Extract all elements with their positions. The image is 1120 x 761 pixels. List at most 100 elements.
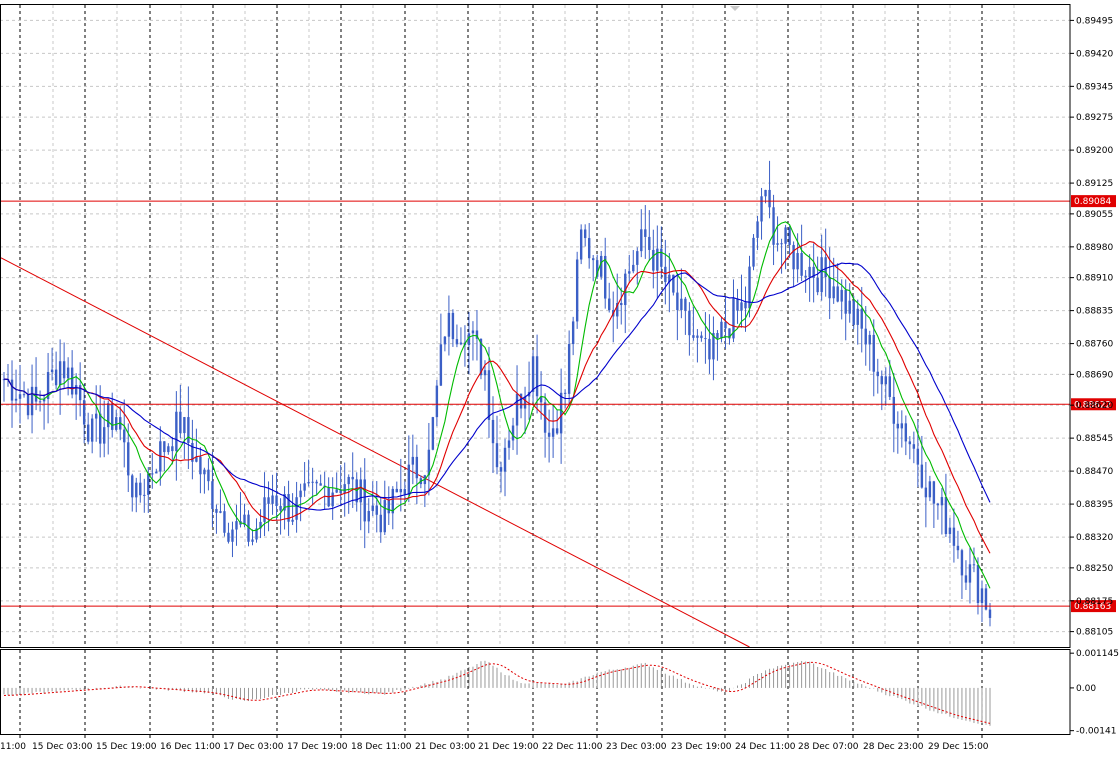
candle-body (908, 441, 912, 445)
candle-body (972, 564, 976, 566)
candle-body (780, 243, 783, 245)
x-tick-label: 21 Dec 03:00 (415, 742, 476, 752)
candle-body (768, 189, 771, 208)
candle-body (852, 300, 855, 325)
trendline[interactable] (0, 257, 750, 648)
shift-marker-icon[interactable] (730, 6, 740, 11)
candle-body (676, 292, 679, 311)
candle-body (652, 249, 655, 271)
y-tick-label: 0.89200 (1076, 146, 1113, 156)
horizontal-levels[interactable]: 0.890840.886220.88163 (0, 195, 1116, 613)
candle-body (856, 308, 859, 325)
x-tick-label: 21 Dec 19:00 (478, 742, 539, 752)
y-tick-label: 0.88690 (1076, 370, 1113, 380)
candle-body (58, 361, 62, 386)
candle-body (756, 221, 759, 238)
candle-body (147, 473, 150, 495)
candle-body (299, 490, 302, 498)
candle-body (680, 298, 683, 311)
candle-body (844, 289, 847, 314)
candle-body (944, 497, 948, 535)
candle-body (295, 497, 298, 520)
candle-body (884, 376, 887, 385)
candle-body (563, 392, 567, 394)
y-tick-label: 0.89125 (1076, 179, 1113, 189)
candle-body (976, 564, 980, 603)
candle-body (511, 425, 515, 441)
candle-body (696, 335, 699, 338)
candle-body (435, 385, 439, 418)
candle-body (30, 386, 34, 416)
candle-body (279, 505, 282, 511)
candle-body (14, 398, 18, 401)
candle-body (371, 505, 374, 511)
candle-body (407, 464, 411, 495)
candle-body (199, 456, 202, 475)
candle-body (640, 229, 643, 252)
candle-body (90, 418, 94, 442)
candle-body (227, 532, 230, 542)
candle-body (872, 334, 875, 372)
candle-body (604, 255, 607, 299)
candle-body (808, 266, 811, 278)
candle-body (940, 497, 944, 506)
chart-canvas[interactable]: 0.890840.886220.88163 0.894950.894200.89… (0, 0, 1120, 757)
chart-frame (0, 4, 1071, 735)
candle-body (179, 411, 182, 434)
candle-body (840, 289, 843, 302)
y-tick-label: 0.88175 (1076, 597, 1113, 607)
candle-body (648, 236, 651, 250)
candle-body (736, 298, 739, 311)
candle-body (744, 302, 747, 309)
candle-body (587, 238, 591, 259)
y-tick-label: 0.88545 (1076, 434, 1113, 444)
candle-body (567, 344, 571, 394)
osc-y-tick-label: 0.001145 (1076, 649, 1119, 659)
candle-body (70, 367, 74, 395)
candle-body (499, 467, 503, 472)
candle-body (692, 335, 695, 338)
candle-body (26, 395, 30, 416)
candle-body (523, 396, 527, 409)
candle-body (896, 423, 900, 429)
candle-body (608, 298, 611, 311)
x-tick-label: 23 Dec 03:00 (606, 742, 667, 752)
candle-body (10, 379, 14, 401)
candle-body (800, 253, 803, 276)
candle-body (335, 489, 338, 493)
candle-body (600, 255, 603, 277)
candle-body (575, 259, 579, 322)
candle-body (403, 489, 407, 495)
candle-body (62, 361, 66, 379)
candle-body (215, 508, 218, 513)
candle-body (94, 413, 98, 419)
candle-body (555, 428, 559, 434)
candle-body (131, 475, 134, 498)
forex-chart[interactable]: 0.89084 0.88622 0.88163 0.89495 0.89420 0.89… (0, 0, 1120, 757)
candle-body (688, 310, 691, 336)
candle-body (620, 302, 623, 306)
y-tick-label: 0.88320 (1076, 533, 1113, 543)
candle-body (924, 487, 928, 498)
candle-body (383, 500, 386, 533)
candle-body (171, 446, 174, 452)
candle-body (836, 286, 839, 302)
grid (0, 5, 1070, 734)
candle-body (507, 440, 511, 448)
candle-body (900, 423, 904, 429)
candle-body (591, 258, 595, 261)
candle-body (892, 396, 896, 424)
candle-body (816, 277, 819, 293)
candle-body (904, 423, 908, 442)
osc-y-tick-label: 0.00 (1076, 684, 1096, 694)
candle-body (363, 479, 366, 522)
x-tick-label: 23 Dec 19:00 (671, 742, 732, 752)
candle-body (431, 417, 435, 450)
candle-body (451, 312, 455, 340)
candle-body (38, 401, 42, 403)
candle-body (271, 495, 274, 504)
candle-body (700, 335, 703, 339)
candle-body (636, 251, 639, 265)
candle-body (551, 428, 555, 437)
candle-body (54, 369, 58, 386)
